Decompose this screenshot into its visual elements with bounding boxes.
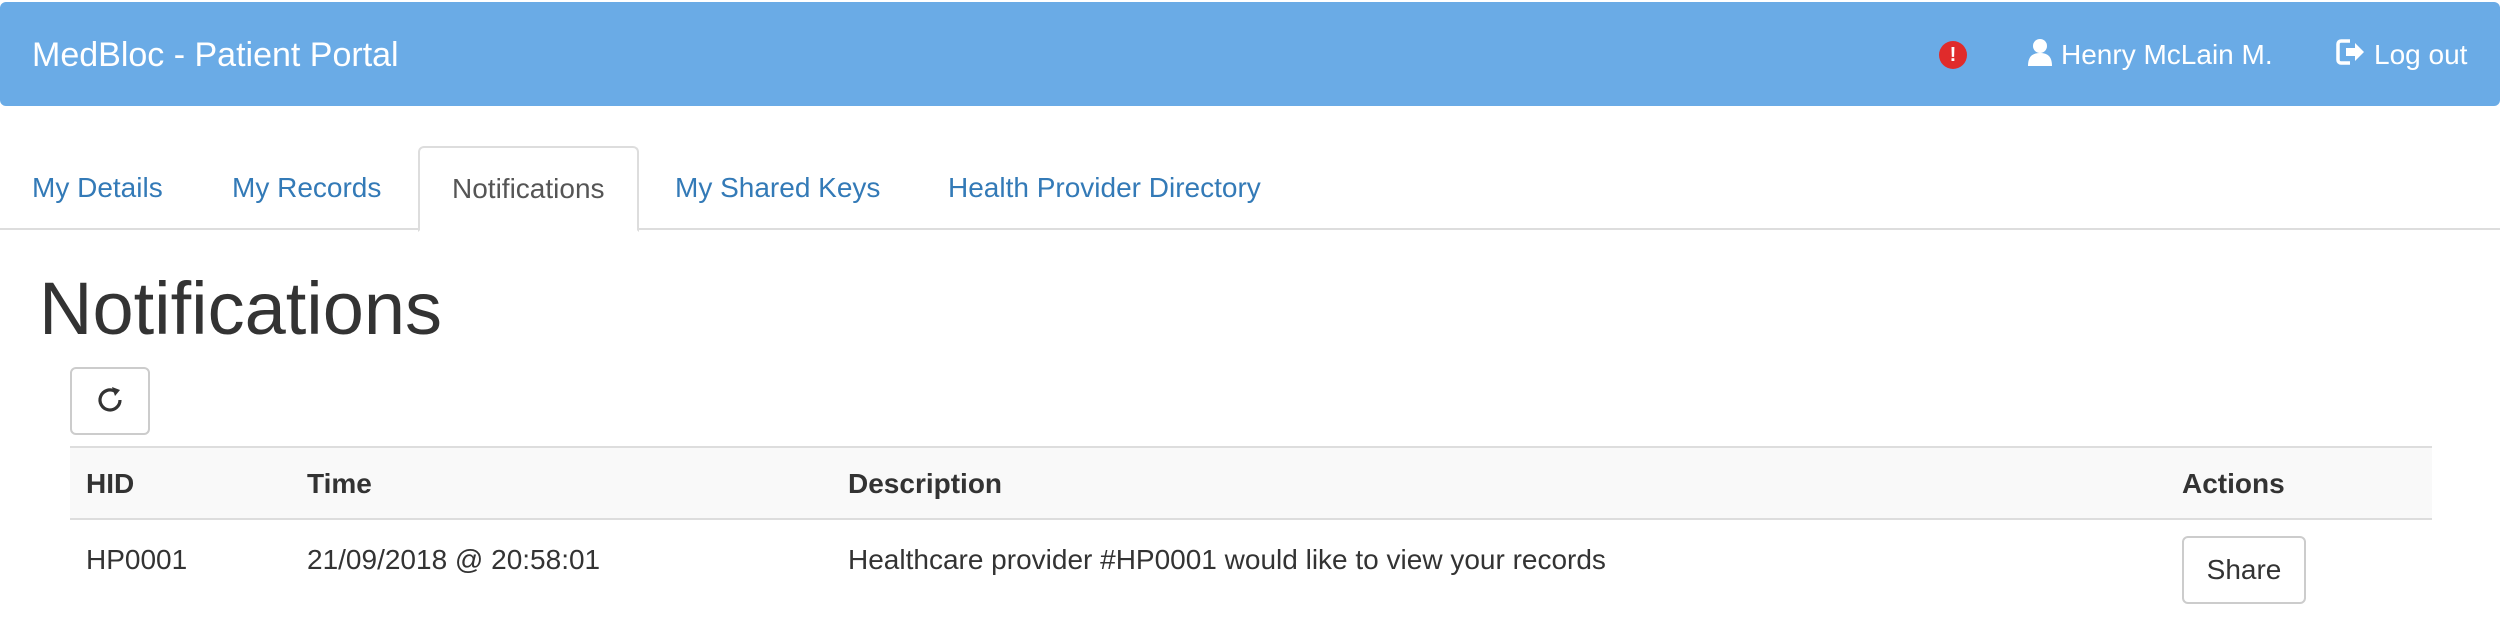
page-title: Notifications [39, 267, 443, 350]
user-menu-link[interactable]: Henry McLain M. [2027, 32, 2273, 78]
tab-my-details[interactable]: My Details [0, 146, 195, 230]
header-time: Time [307, 468, 372, 499]
log-out-icon [2336, 38, 2366, 73]
user-icon [2027, 38, 2053, 73]
tab-my-records[interactable]: My Records [200, 146, 413, 230]
cell-description: Healthcare provider #HP0001 would like t… [848, 544, 1606, 575]
logout-label: Log out [2374, 39, 2468, 70]
brand-link[interactable]: MedBloc - Patient Portal [32, 32, 399, 78]
refresh-button[interactable] [70, 367, 150, 435]
user-name: Henry McLain M. [2061, 39, 2273, 70]
main-tabs: My Details My Records Notifications My S… [0, 146, 2500, 232]
table-row: HP0001 21/09/2018 @ 20:58:01 Healthcare … [70, 520, 2432, 620]
cell-time: 21/09/2018 @ 20:58:01 [307, 544, 601, 575]
logout-link[interactable]: Log out [2336, 32, 2467, 78]
share-button[interactable]: Share [2182, 536, 2306, 604]
header-description: Description [848, 468, 1003, 499]
tab-health-provider-directory[interactable]: Health Provider Directory [916, 146, 1293, 230]
refresh-icon [94, 384, 126, 419]
header-actions: Actions [2182, 468, 2285, 499]
exclamation-circle-icon[interactable]: ! [1939, 41, 1967, 69]
notifications-table: HID Time Description Actions HP0001 21/0… [70, 446, 2432, 620]
table-header: HID Time Description Actions [70, 446, 2432, 520]
header-hid: HID [86, 468, 135, 499]
tab-notifications[interactable]: Notifications [418, 146, 639, 232]
tab-my-shared-keys[interactable]: My Shared Keys [643, 146, 912, 230]
cell-hid: HP0001 [86, 544, 188, 575]
top-navbar: MedBloc - Patient Portal ! Henry McLain … [0, 2, 2500, 106]
